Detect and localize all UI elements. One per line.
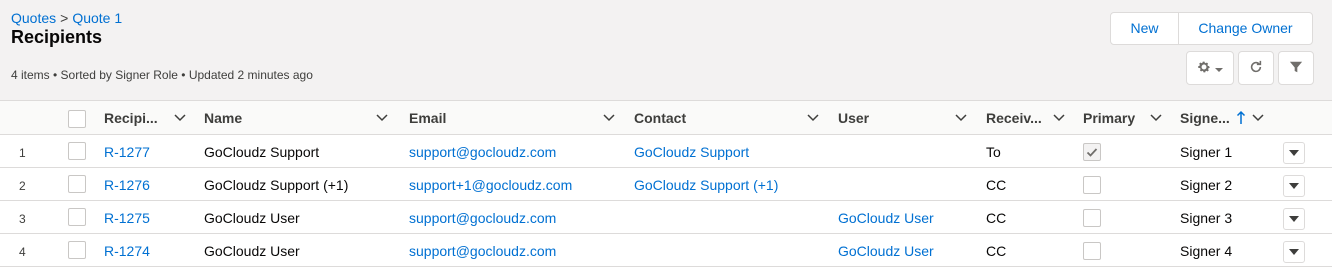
column-label: Name bbox=[204, 110, 243, 126]
list-meta-info: 4 items • Sorted by Signer Role • Update… bbox=[11, 68, 313, 82]
table-row: 4 R-1274 GoCloudz User support@gocloudz.com… bbox=[0, 234, 1332, 267]
chevron-down-icon bbox=[1215, 60, 1223, 76]
refresh-icon bbox=[1249, 60, 1263, 77]
list-settings-button[interactable] bbox=[1186, 51, 1234, 85]
email-link[interactable]: support@gocloudz.com bbox=[409, 201, 556, 233]
gear-icon bbox=[1197, 60, 1211, 77]
breadcrumb: Quotes > Quote 1 bbox=[11, 10, 122, 26]
chevron-down-icon bbox=[1289, 183, 1299, 189]
chevron-down-icon bbox=[1289, 249, 1299, 255]
chevron-down-icon bbox=[1289, 216, 1299, 222]
column-header-recipient[interactable]: Recipi... bbox=[104, 101, 194, 135]
change-owner-button[interactable]: Change Owner bbox=[1179, 13, 1312, 44]
row-number: 2 bbox=[19, 179, 26, 193]
receive-type: CC bbox=[986, 177, 1007, 193]
receive-type: CC bbox=[986, 210, 1007, 226]
column-header-user[interactable]: User bbox=[838, 101, 973, 135]
column-header-contact[interactable]: Contact bbox=[634, 101, 824, 135]
filter-icon bbox=[1289, 60, 1303, 77]
recipient-name: GoCloudz User bbox=[204, 243, 300, 259]
primary-checkbox bbox=[1083, 242, 1101, 260]
user-link[interactable]: GoCloudz User bbox=[838, 234, 934, 266]
column-label: Signe... bbox=[1180, 110, 1230, 126]
column-label: User bbox=[838, 110, 870, 126]
user-link[interactable]: GoCloudz User bbox=[838, 201, 934, 233]
row-number: 3 bbox=[19, 212, 26, 226]
table-header-row: Recipi... Name Email Contact User Receiv… bbox=[0, 100, 1332, 135]
recipient-name: GoCloudz Support (+1) bbox=[204, 177, 349, 193]
row-actions-button[interactable] bbox=[1283, 208, 1305, 230]
primary-checkbox bbox=[1083, 209, 1101, 227]
column-header-signer[interactable]: Signe... bbox=[1180, 101, 1270, 135]
row-number: 4 bbox=[19, 245, 26, 259]
page-title: Recipients bbox=[11, 27, 103, 47]
select-all-checkbox[interactable] bbox=[68, 110, 86, 128]
row-number: 1 bbox=[19, 146, 26, 160]
breadcrumb-link-quote[interactable]: Quote 1 bbox=[72, 10, 122, 26]
recipients-table: Recipi... Name Email Contact User Receiv… bbox=[0, 100, 1332, 267]
receive-type: CC bbox=[986, 243, 1007, 259]
column-header-receive[interactable]: Receiv... bbox=[986, 101, 1071, 135]
checkmark-icon bbox=[1086, 148, 1098, 157]
primary-checkbox bbox=[1083, 176, 1101, 194]
table-row: 2 R-1276 GoCloudz Support (+1) support+1@go… bbox=[0, 168, 1332, 201]
row-actions-button[interactable] bbox=[1283, 142, 1305, 164]
row-select-checkbox[interactable] bbox=[68, 208, 86, 226]
column-header-primary[interactable]: Primary bbox=[1083, 101, 1168, 135]
breadcrumb-link-quotes[interactable]: Quotes bbox=[11, 10, 56, 26]
signer-role: Signer 4 bbox=[1180, 243, 1233, 259]
column-label: Email bbox=[409, 110, 447, 126]
breadcrumb-separator: > bbox=[60, 10, 69, 26]
page-header: Quotes > Quote 1 Recipients 4 items • Sort… bbox=[0, 0, 1332, 100]
contact-link[interactable]: GoCloudz Support (+1) bbox=[634, 168, 778, 200]
recipient-id-link[interactable]: R-1275 bbox=[104, 201, 150, 233]
column-header-email[interactable]: Email bbox=[409, 101, 619, 135]
column-label: Recipi... bbox=[104, 110, 158, 126]
recipient-name: GoCloudz Support bbox=[204, 144, 320, 160]
column-header-name[interactable]: Name bbox=[204, 101, 394, 135]
email-link[interactable]: support@gocloudz.com bbox=[409, 135, 556, 167]
table-body: 1 R-1277 GoCloudz Support support@gocloudz.… bbox=[0, 135, 1332, 267]
row-actions-button[interactable] bbox=[1283, 241, 1305, 263]
receive-type: To bbox=[986, 144, 1001, 160]
signer-role: Signer 1 bbox=[1180, 144, 1233, 160]
column-label: Contact bbox=[634, 110, 687, 126]
primary-checkbox bbox=[1083, 143, 1101, 161]
refresh-button[interactable] bbox=[1238, 51, 1274, 85]
signer-role: Signer 3 bbox=[1180, 210, 1233, 226]
column-label: Receiv... bbox=[986, 110, 1042, 126]
recipient-id-link[interactable]: R-1274 bbox=[104, 234, 150, 266]
row-select-checkbox[interactable] bbox=[68, 175, 86, 193]
column-label: Primary bbox=[1083, 110, 1136, 126]
table-row: 1 R-1277 GoCloudz Support support@gocloudz.… bbox=[0, 135, 1332, 168]
contact-link[interactable]: GoCloudz Support bbox=[634, 135, 749, 167]
filter-button[interactable] bbox=[1278, 51, 1314, 85]
recipient-id-link[interactable]: R-1277 bbox=[104, 135, 150, 167]
table-row: 3 R-1275 GoCloudz User support@gocloudz.com… bbox=[0, 201, 1332, 234]
row-actions-button[interactable] bbox=[1283, 175, 1305, 197]
email-link[interactable]: support@gocloudz.com bbox=[409, 234, 556, 266]
recipient-id-link[interactable]: R-1276 bbox=[104, 168, 150, 200]
row-select-checkbox[interactable] bbox=[68, 142, 86, 160]
row-select-checkbox[interactable] bbox=[68, 241, 86, 259]
recipient-name: GoCloudz User bbox=[204, 210, 300, 226]
email-link[interactable]: support+1@gocloudz.com bbox=[409, 168, 572, 200]
header-button-group: New Change Owner bbox=[1110, 12, 1313, 45]
signer-role: Signer 2 bbox=[1180, 177, 1233, 193]
chevron-down-icon bbox=[1289, 150, 1299, 156]
new-button[interactable]: New bbox=[1111, 13, 1179, 44]
